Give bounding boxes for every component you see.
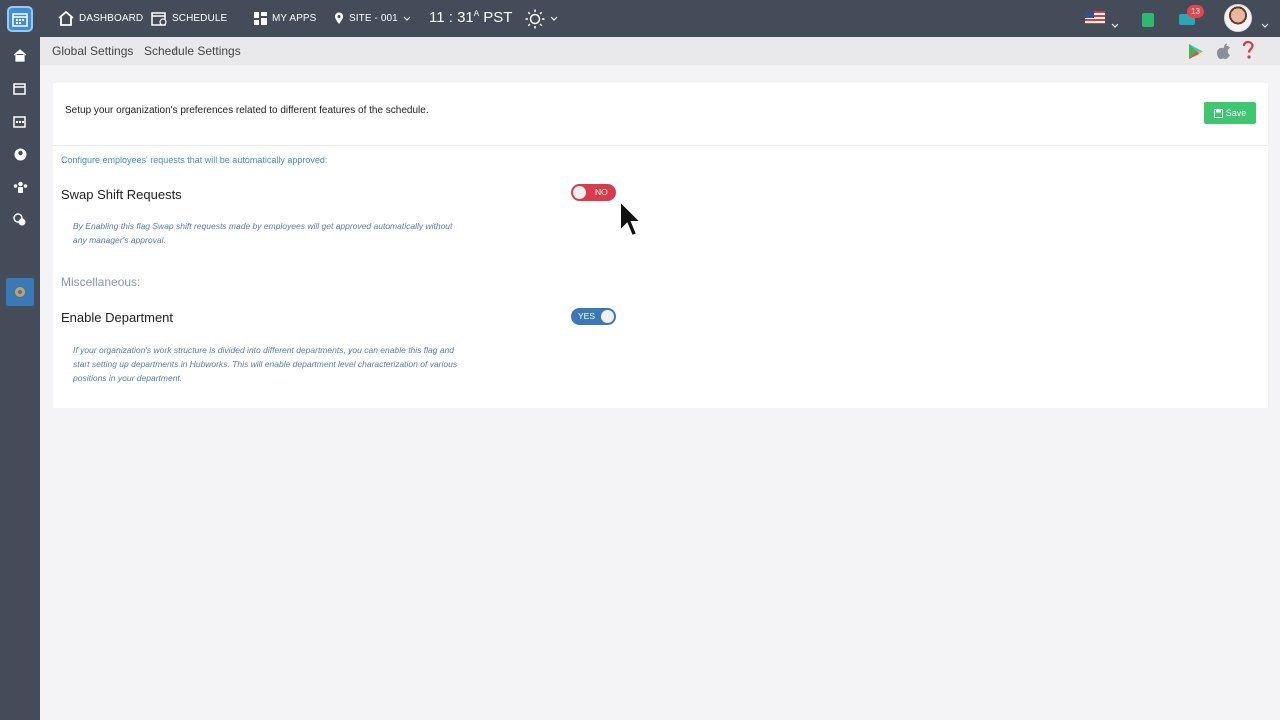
nav-dashboard-label: DASHBOARD (79, 13, 144, 24)
enable-department-title: Enable Department (61, 310, 174, 325)
clock-ampm: A (473, 9, 480, 18)
chevron-down-icon (550, 13, 558, 24)
divider (53, 145, 1268, 146)
clock-time: 11 : 31 (429, 9, 474, 26)
save-icon (1213, 108, 1223, 118)
nav-schedule-label: SCHEDULE (172, 13, 228, 24)
sun-icon (525, 9, 545, 29)
save-button[interactable]: Save (1204, 102, 1256, 124)
nav-my-apps-label: MY APPS (272, 13, 317, 24)
apple-icon[interactable] (1216, 43, 1232, 65)
schedule-settings-panel: Setup your organization's preferences re… (53, 83, 1268, 408)
nav-schedule[interactable]: SCHEDULE (151, 0, 227, 37)
nav-my-apps[interactable]: MY APPS (254, 0, 316, 37)
site-selector[interactable]: SITE - 001 (334, 0, 411, 37)
top-navigation-bar: DASHBOARD SCHEDULE MY APPS SITE - 001 11… (0, 0, 1280, 37)
chevron-down-icon[interactable] (1111, 15, 1119, 33)
sidebar-settings-icon[interactable] (12, 284, 28, 300)
sidebar-team-icon[interactable] (12, 179, 28, 195)
play-store-icon[interactable] (1188, 43, 1204, 65)
breadcrumb: Global Settings / Schedule Settings (40, 37, 1280, 65)
sidebar-user-icon[interactable] (12, 146, 28, 162)
enable-department-toggle-label: YES (578, 311, 596, 321)
sidebar-calendar-icon[interactable] (12, 113, 28, 129)
schedule-icon (151, 11, 167, 26)
swap-shift-toggle-label: NO (595, 187, 608, 197)
us-flag-icon[interactable] (1085, 11, 1105, 24)
save-button-label: Save (1225, 108, 1247, 118)
bag-icon[interactable] (1142, 13, 1154, 27)
enable-department-toggle[interactable]: YES (571, 308, 616, 325)
help-icon[interactable] (1242, 40, 1254, 65)
toggle-knob (601, 310, 614, 323)
location-pin-icon (334, 12, 344, 25)
mouse-cursor-icon (618, 198, 644, 246)
sidebar (0, 37, 40, 720)
nav-dashboard[interactable]: DASHBOARD (58, 0, 143, 37)
site-label: SITE - 001 (349, 13, 398, 24)
clock: 11 : 31A PST (429, 9, 512, 26)
app-logo-icon[interactable] (7, 6, 33, 32)
sidebar-schedule-icon[interactable] (12, 80, 28, 96)
breadcrumb-global-settings[interactable]: Global Settings (52, 44, 133, 58)
theme-toggle[interactable] (525, 0, 558, 37)
toggle-knob (573, 186, 586, 199)
clock-timezone: PST (483, 9, 513, 26)
avatar[interactable] (1224, 4, 1252, 32)
swap-shift-title: Swap Shift Requests (61, 187, 182, 202)
intro-text: Setup your organization's preferences re… (65, 105, 429, 116)
breadcrumb-schedule-settings: Schedule Settings (144, 44, 241, 58)
home-icon (58, 11, 74, 26)
misc-heading: Miscellaneous: (61, 275, 141, 289)
chevron-down-icon (403, 13, 411, 24)
mail-count-badge: 13 (1187, 5, 1204, 18)
auto-approve-note: Configure employees' requests that will … (61, 155, 328, 165)
enable-department-description: If your organization's work structure is… (73, 345, 458, 383)
apps-grid-icon (254, 12, 267, 25)
chevron-down-icon[interactable] (1261, 15, 1269, 33)
sidebar-reports-icon[interactable] (12, 212, 28, 228)
swap-shift-description: By Enabling this flag Swap shift request… (73, 221, 453, 245)
swap-shift-toggle[interactable]: NO (571, 184, 616, 201)
sidebar-home-icon[interactable] (12, 47, 28, 63)
